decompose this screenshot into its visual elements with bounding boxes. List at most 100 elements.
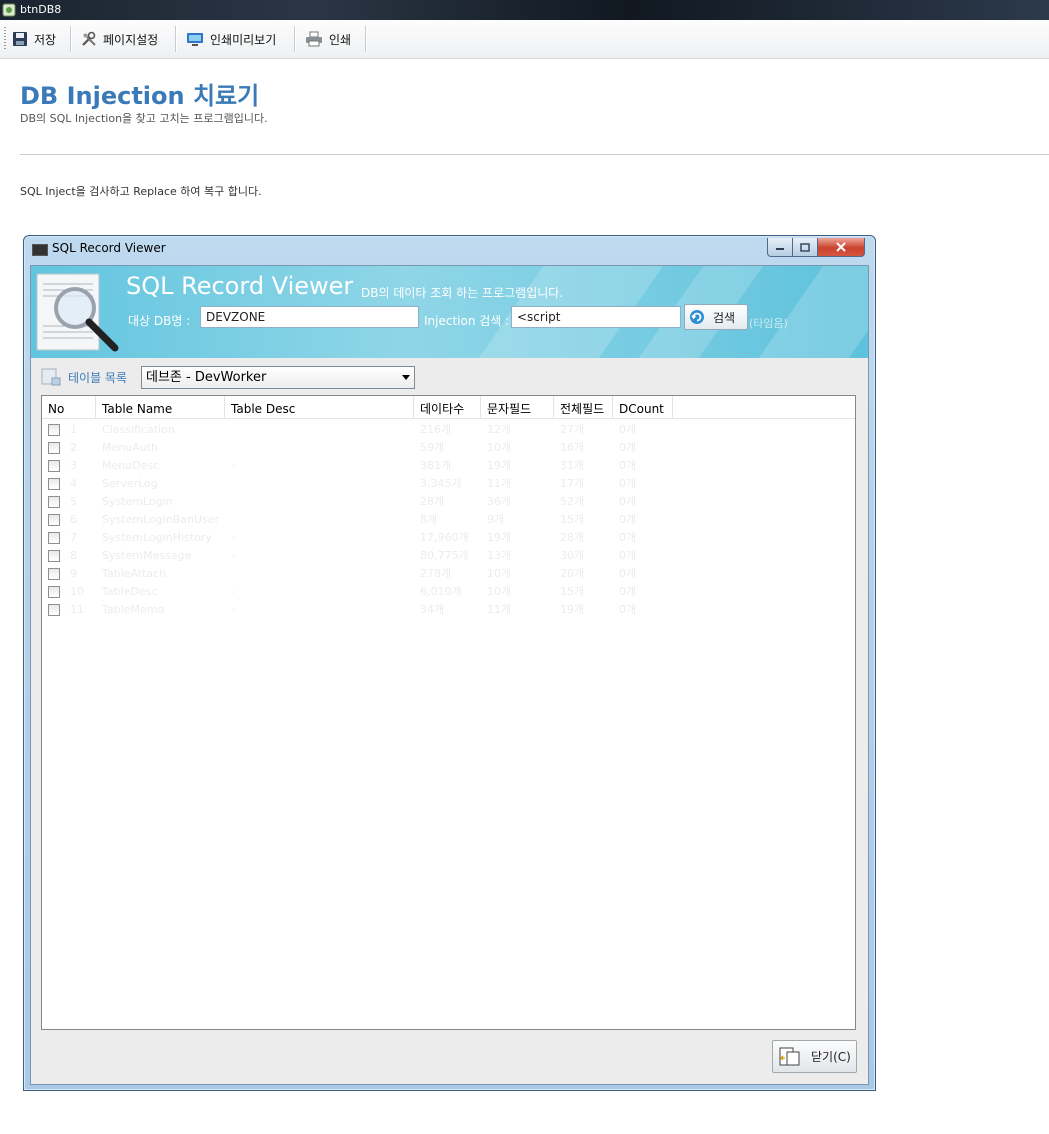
row-table-desc: - <box>231 549 235 562</box>
row-checkbox[interactable] <box>48 514 60 526</box>
table-grid: No Table Name Table Desc 데이타수 문자필드 전체필드 … <box>41 395 856 1030</box>
print-button[interactable]: 인쇄 <box>305 26 351 52</box>
db-name-input[interactable]: DEVZONE <box>200 306 419 328</box>
row-no: 6 <box>70 513 77 526</box>
search-button[interactable]: 검색 <box>684 304 748 330</box>
row-data-count: 3,345개 <box>420 477 462 490</box>
print-preview-button[interactable]: 인쇄미리보기 <box>186 26 276 52</box>
row-total-fields: 52개 <box>560 495 585 508</box>
column-header-dcount[interactable]: DCount <box>613 396 673 418</box>
row-char-fields: 11개 <box>487 477 512 490</box>
injection-search-input[interactable]: <script <box>511 306 681 328</box>
row-data-count: 6,010개 <box>420 585 462 598</box>
column-header-char-fields[interactable]: 문자필드 <box>481 396 554 418</box>
table-row[interactable]: 1 Classification 216개 12개 27개 0개 <box>42 421 855 439</box>
table-row[interactable]: 2 MenuAuth 59개 10개 16개 0개 <box>42 439 855 457</box>
row-total-fields: 31개 <box>560 459 585 472</box>
table-row[interactable]: 4 ServerLog 3,345개 11개 17개 0개 <box>42 475 855 493</box>
row-char-fields: 9개 <box>487 513 505 526</box>
page-subtitle: DB의 SQL Injection을 찾고 고치는 프로그램입니다. <box>20 112 268 125</box>
row-table-name: TableMemo <box>102 603 165 616</box>
row-no: 3 <box>70 459 77 472</box>
row-checkbox[interactable] <box>48 496 60 508</box>
tools-icon <box>82 31 96 46</box>
toolbar-grip[interactable] <box>4 27 6 51</box>
row-checkbox[interactable] <box>48 442 60 454</box>
table-list-icon <box>41 368 61 386</box>
row-data-count: 381개 <box>420 459 452 472</box>
row-table-name: SystemLogin <box>102 495 173 508</box>
app-icon <box>2 3 16 17</box>
row-data-count: 80,775개 <box>420 549 469 562</box>
row-table-desc: - <box>231 603 235 616</box>
close-window-button[interactable] <box>817 238 865 257</box>
row-no: 2 <box>70 441 77 454</box>
row-no: 7 <box>70 531 77 544</box>
row-checkbox[interactable] <box>48 478 60 490</box>
table-row[interactable]: 7 SystemLoginHistory - 17,960개 19개 28개 0개 <box>42 529 855 547</box>
column-header-table-name[interactable]: Table Name <box>96 396 225 418</box>
row-total-fields: 16개 <box>560 441 585 454</box>
row-table-desc: - <box>231 459 235 472</box>
row-checkbox[interactable] <box>48 586 60 598</box>
row-data-count: 17,960개 <box>420 531 469 544</box>
print-label: 인쇄 <box>329 32 352 47</box>
row-table-desc: - <box>231 585 235 598</box>
row-checkbox[interactable] <box>48 568 60 580</box>
printer-icon <box>306 31 322 47</box>
refresh-icon <box>690 310 704 324</box>
row-checkbox[interactable] <box>48 550 60 562</box>
column-header-table-desc[interactable]: Table Desc <box>225 396 414 418</box>
row-dcount: 0개 <box>619 531 637 544</box>
row-checkbox[interactable] <box>48 604 60 616</box>
table-select-dropdown[interactable]: 데브존 - DevWorker <box>141 366 415 389</box>
exit-icon <box>779 1047 800 1065</box>
page-setup-button[interactable]: 페이지설정 <box>81 26 158 52</box>
table-row[interactable]: 8 SystemMessage - 80,775개 13개 30개 0개 <box>42 547 855 565</box>
row-total-fields: 30개 <box>560 549 585 562</box>
table-row[interactable]: 10 TableDesc - 6,010개 10개 15개 0개 <box>42 583 855 601</box>
row-data-count: 8개 <box>420 513 438 526</box>
page-description: SQL Inject을 검사하고 Replace 하여 복구 합니다. <box>20 185 262 198</box>
minimize-button[interactable] <box>767 238 793 257</box>
table-select-value: 데브존 - DevWorker <box>146 370 267 385</box>
row-dcount: 0개 <box>619 513 637 526</box>
maximize-button[interactable] <box>792 238 818 257</box>
row-char-fields: 10개 <box>487 441 512 454</box>
row-table-name: TableAttach <box>102 567 167 580</box>
injection-search-label: Injection 검색 : <box>424 314 510 328</box>
table-row[interactable]: 6 SystemLoginBanUser 8개 9개 15개 0개 <box>42 511 855 529</box>
row-total-fields: 28개 <box>560 531 585 544</box>
row-table-desc <box>225 511 414 529</box>
row-no: 8 <box>70 549 77 562</box>
row-checkbox[interactable] <box>48 460 60 472</box>
table-list-label: 테이블 목록 <box>68 371 128 385</box>
table-row[interactable]: 3 MenuDesc - 381개 19개 31개 0개 <box>42 457 855 475</box>
save-label: 저장 <box>34 32 57 47</box>
row-dcount: 0개 <box>619 549 637 562</box>
row-dcount: 0개 <box>619 495 637 508</box>
row-total-fields: 15개 <box>560 585 585 598</box>
row-total-fields: 27개 <box>560 423 585 436</box>
dialog-system-icon[interactable] <box>32 244 48 256</box>
save-button[interactable]: 저장 <box>12 26 56 52</box>
toolbar: 저장 페이지설정 인쇄미리보기 인쇄 <box>0 20 1049 59</box>
close-button-label: 닫기(C) <box>811 1050 851 1064</box>
dropdown-arrow-icon <box>402 375 410 380</box>
column-header-no[interactable]: No <box>42 396 96 418</box>
row-table-desc <box>225 421 414 439</box>
table-row[interactable]: 5 SystemLogin 28개 36개 52개 0개 <box>42 493 855 511</box>
column-header-data-count[interactable]: 데이타수 <box>414 396 481 418</box>
table-row[interactable]: 11 TableMemo - 34개 11개 19개 0개 <box>42 601 855 619</box>
search-hint: (타임음) <box>749 317 788 330</box>
column-header-total-fields[interactable]: 전체필드 <box>554 396 613 418</box>
close-button[interactable]: 닫기(C) <box>772 1040 857 1073</box>
row-table-desc <box>225 565 414 583</box>
row-checkbox[interactable] <box>48 424 60 436</box>
table-row[interactable]: 9 TableAttach 278개 10개 20개 0개 <box>42 565 855 583</box>
db-name-label: 대상 DB명 : <box>128 314 191 328</box>
row-no: 11 <box>70 603 84 616</box>
dialog-client: SQL Record Viewer DB의 데이타 조회 하는 프로그램입니다.… <box>30 265 869 1085</box>
row-checkbox[interactable] <box>48 532 60 544</box>
row-data-count: 34개 <box>420 603 445 616</box>
